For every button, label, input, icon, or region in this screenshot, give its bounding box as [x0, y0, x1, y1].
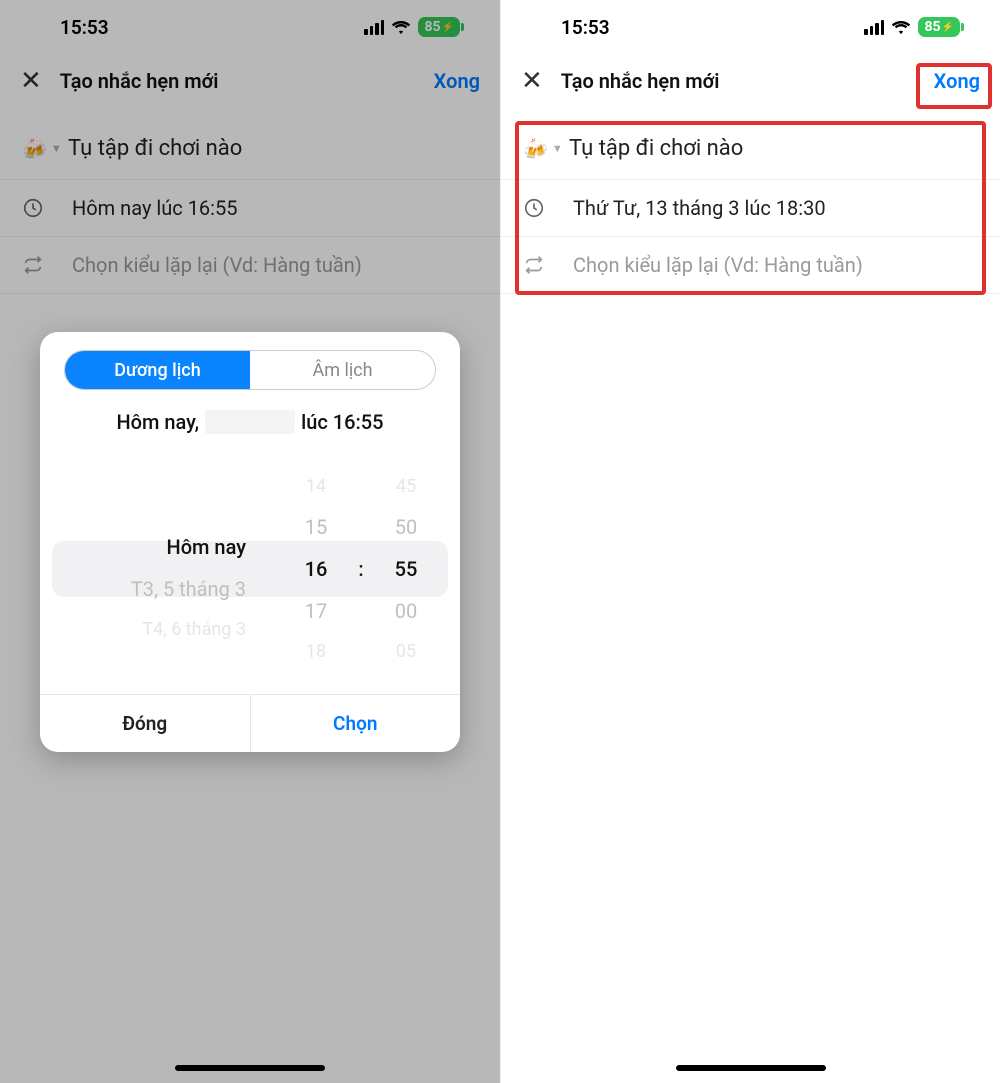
repeat-row[interactable]: Chọn kiểu lặp lại (Vd: Hàng tuần) — [501, 237, 1000, 294]
datetime-value: Thứ Tư, 13 tháng 3 lúc 18:30 — [555, 196, 978, 220]
close-icon[interactable]: ✕ — [20, 68, 42, 94]
cellular-signal-icon — [864, 20, 884, 35]
datetime-row[interactable]: Thứ Tư, 13 tháng 3 lúc 18:30 — [501, 180, 1000, 237]
datetime-value: Hôm nay lúc 16:55 — [54, 196, 478, 220]
segment-solar-calendar[interactable]: Dương lịch — [65, 351, 250, 389]
reminder-title-row[interactable]: 🍻 ▼ Tụ tập đi chơi nào — [0, 112, 500, 179]
cellular-signal-icon — [364, 20, 384, 35]
header-title: Tạo nhắc hẹn mới — [42, 69, 434, 93]
picker-wheel[interactable]: Hôm nay T3, 5 tháng 3 T4, 6 tháng 3 14 1… — [40, 444, 460, 694]
home-indicator[interactable] — [676, 1065, 826, 1071]
picker-close-button[interactable]: Đóng — [40, 695, 251, 752]
status-bar: 15:53 85⚡ — [0, 0, 500, 54]
repeat-icon — [523, 254, 555, 276]
phone-screen-right: 15:53 85⚡ ✕ Tạo nhắc hẹn mới Xong 🍻 ▼ Tụ… — [500, 0, 1000, 1083]
status-bar: 15:53 85⚡ — [501, 0, 1000, 54]
wheel-col-hour[interactable]: 14 15 16 17 18 — [286, 444, 346, 694]
repeat-icon — [22, 254, 54, 276]
header-title: Tạo nhắc hẹn mới — [543, 69, 934, 93]
repeat-placeholder: Chọn kiểu lặp lại (Vd: Hàng tuần) — [555, 253, 978, 277]
reminder-title-input[interactable]: Tụ tập đi chơi nào — [50, 136, 478, 161]
datetime-row[interactable]: Hôm nay lúc 16:55 — [0, 180, 500, 237]
home-indicator[interactable] — [175, 1065, 325, 1071]
clock-icon — [523, 197, 555, 219]
status-time: 15:53 — [60, 16, 109, 39]
battery-indicator: 85⚡ — [418, 17, 460, 37]
phone-screen-left: 15:53 85⚡ ✕ Tạo nhắc hẹn mới Xong 🍻 ▼ Tụ… — [0, 0, 500, 1083]
modal-header: ✕ Tạo nhắc hẹn mới Xong — [501, 54, 1000, 112]
done-button[interactable]: Xong — [934, 69, 980, 93]
picker-select-button[interactable]: Chọn — [251, 695, 461, 752]
status-icons: 85⚡ — [864, 17, 960, 37]
done-button[interactable]: Xong — [434, 69, 480, 93]
reminder-title-row[interactable]: 🍻 ▼ Tụ tập đi chơi nào — [501, 112, 1000, 179]
calendar-type-segmented: Dương lịch Âm lịch — [64, 350, 436, 390]
close-icon[interactable]: ✕ — [521, 68, 543, 94]
clock-icon — [22, 197, 54, 219]
reminder-emoji: 🍻 — [523, 137, 548, 161]
repeat-row[interactable]: Chọn kiểu lặp lại (Vd: Hàng tuần) — [0, 237, 500, 294]
reminder-emoji-picker[interactable]: 🍻 ▼ — [22, 137, 50, 161]
picker-actions: Đóng Chọn — [40, 694, 460, 752]
wheel-col-date[interactable]: Hôm nay T3, 5 tháng 3 T4, 6 tháng 3 — [64, 444, 286, 694]
wheel-col-minute[interactable]: 45 50 55 00 05 — [376, 444, 436, 694]
status-time: 15:53 — [561, 16, 610, 39]
redacted-date — [205, 410, 295, 434]
segment-lunar-calendar[interactable]: Âm lịch — [250, 351, 435, 389]
status-icons: 85⚡ — [364, 17, 460, 37]
reminder-title-input[interactable]: Tụ tập đi chơi nào — [551, 136, 978, 161]
battery-indicator: 85⚡ — [918, 17, 960, 37]
repeat-placeholder: Chọn kiểu lặp lại (Vd: Hàng tuần) — [54, 253, 478, 277]
wifi-icon — [891, 20, 911, 35]
reminder-emoji: 🍻 — [22, 137, 47, 161]
datetime-picker-modal: Dương lịch Âm lịch Hôm nay, lúc 16:55 Hô… — [40, 332, 460, 752]
modal-header: ✕ Tạo nhắc hẹn mới Xong — [0, 54, 500, 112]
picker-heading: Hôm nay, lúc 16:55 — [40, 396, 460, 444]
reminder-emoji-picker[interactable]: 🍻 ▼ — [523, 137, 551, 161]
wifi-icon — [391, 20, 411, 35]
wheel-colon: : — [346, 444, 376, 694]
